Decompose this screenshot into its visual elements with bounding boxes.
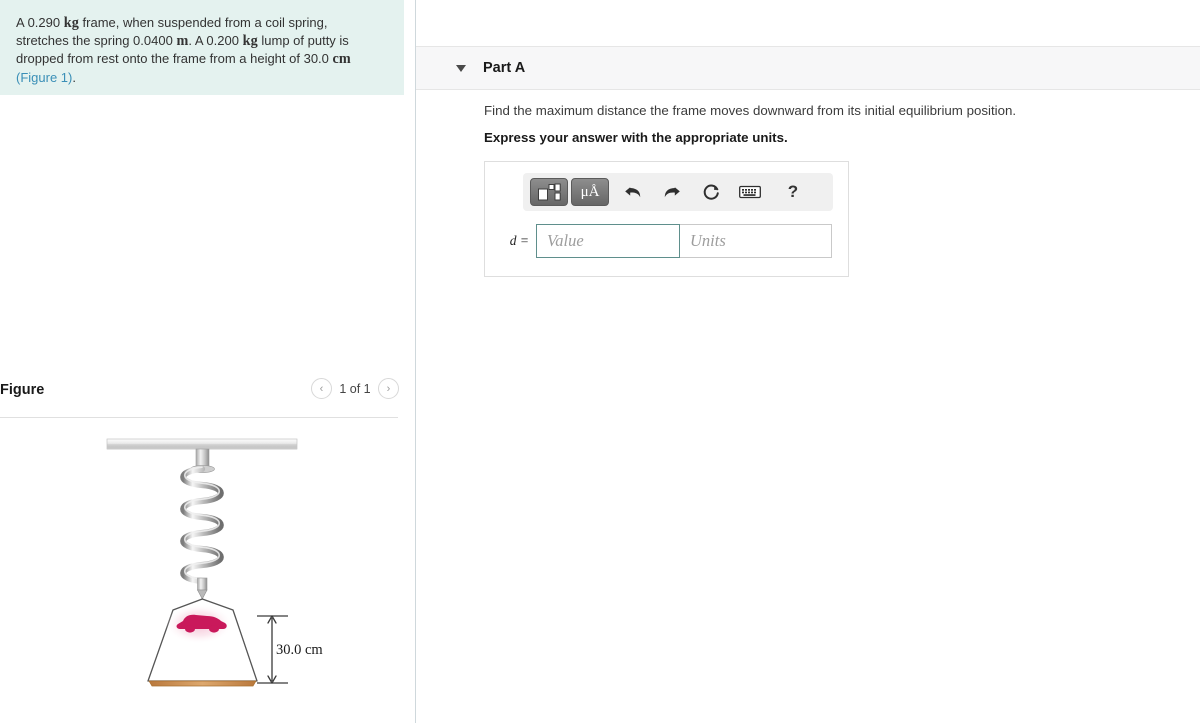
figure-header: Figure ‹ 1 of 1 › [0, 378, 404, 418]
diagram-svg: 30.0 cm [106, 438, 323, 687]
unit-m: m [176, 33, 189, 50]
question-text: Find the maximum distance the frame move… [484, 103, 1017, 118]
unit-kg-2: kg [242, 33, 258, 50]
spring-frame-diagram: 30.0 cm [95, 430, 325, 720]
problem-statement-panel: A 0.290 kg frame, when suspended from a … [0, 0, 404, 95]
putty-lump [165, 604, 233, 644]
part-a-header[interactable]: Part A [416, 46, 1200, 90]
figure-navigation: ‹ 1 of 1 › [311, 378, 399, 399]
undo-icon[interactable] [618, 178, 648, 206]
units-button[interactable]: μÅ [571, 178, 609, 206]
problem-text: A 0.290 kg frame, when suspended from a … [16, 14, 376, 87]
spring-hook [197, 577, 208, 600]
template-icon [538, 183, 561, 200]
variable-label: d = [509, 233, 529, 248]
part-a-title: Part A [483, 60, 526, 76]
answer-toolbar: μÅ ? [523, 173, 833, 211]
right-panel: Part A Find the maximum distance the fra… [416, 0, 1200, 723]
figure-divider [0, 417, 398, 418]
problem-text-seg-0: A 0.290 [16, 15, 64, 30]
answer-input-row: d = [499, 224, 832, 258]
instruction-text: Express your answer with the appropriate… [484, 130, 788, 145]
figure-counter: 1 of 1 [339, 381, 371, 396]
unit-cm: cm [332, 51, 351, 68]
keyboard-icon[interactable] [735, 178, 765, 206]
dimension-label: 30.0 cm [276, 642, 323, 658]
value-input[interactable] [536, 224, 680, 258]
figure-title: Figure [0, 382, 45, 398]
undo-arrow-svg [625, 187, 641, 198]
left-panel: A 0.290 kg frame, when suspended from a … [0, 0, 404, 723]
redo-icon[interactable] [657, 178, 687, 206]
micro-angstrom-label: μÅ [580, 183, 600, 200]
problem-text-seg-4: . A 0.200 [188, 33, 243, 49]
problem-page: A 0.290 kg frame, when suspended from a … [0, 0, 1200, 723]
figure-next-button[interactable]: › [378, 378, 399, 399]
units-input[interactable] [680, 224, 832, 258]
help-icon[interactable]: ? [778, 178, 808, 206]
math-template-button[interactable] [530, 178, 568, 206]
problem-text-period: . [72, 69, 76, 85]
reset-icon[interactable] [696, 178, 726, 206]
reset-circle-svg [703, 184, 719, 200]
keyboard-svg [739, 185, 761, 199]
chevron-down-icon[interactable] [456, 64, 466, 72]
ceiling-bar [106, 438, 298, 450]
redo-arrow-svg [664, 187, 680, 198]
figure-reference-link[interactable]: (Figure 1) [16, 70, 72, 85]
unit-kg-1: kg [63, 15, 79, 31]
answer-entry-box: μÅ ? d = Value Units [484, 161, 849, 277]
figure-prev-button[interactable]: ‹ [311, 378, 332, 399]
